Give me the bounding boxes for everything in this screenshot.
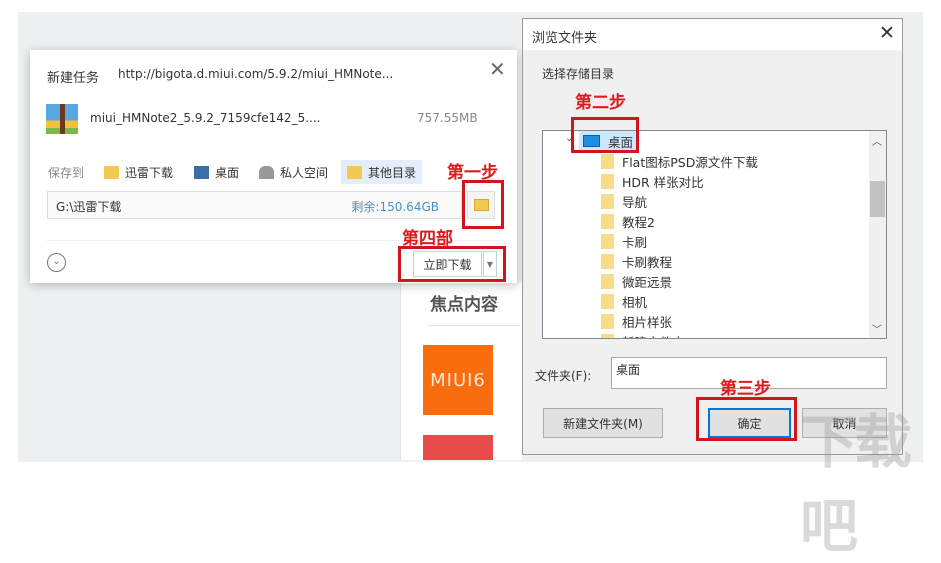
divider	[428, 325, 520, 326]
annotation-step3: 第三步	[720, 379, 771, 399]
tree-item-label: 相片样张	[622, 314, 673, 330]
tree-item-folder[interactable]: 卡刷	[601, 231, 647, 251]
tree-item-label: Flat图标PSD源文件下载	[622, 154, 758, 170]
location-other[interactable]: 其他目录	[341, 160, 423, 184]
private-space-icon	[259, 165, 274, 179]
tree-item-label: HDR 样张对比	[622, 174, 704, 190]
browse-folder-dialog: 浏览文件夹 ✕ 选择存储目录 ⌄ 桌面 Flat图标PSD源文件下载 HDR 样张…	[522, 18, 903, 455]
location-private[interactable]: 私人空间	[253, 160, 334, 184]
folder-icon	[601, 213, 614, 229]
prompt-text: 选择存储目录	[542, 67, 615, 81]
tree-item-label: 卡刷	[622, 234, 648, 250]
tree-item-label: 相机	[622, 294, 648, 310]
tree-item-folder[interactable]: 相机	[601, 291, 647, 311]
annotation-box-step1	[462, 180, 504, 229]
tree-item-label: 微距远景	[622, 274, 673, 290]
close-icon[interactable]: ✕	[879, 22, 895, 44]
path-value: G:\迅雷下载	[56, 200, 122, 214]
tree-item-folder[interactable]: 导航	[601, 191, 647, 211]
save-path-input[interactable]: G:\迅雷下载 剩余:150.64GB	[47, 191, 462, 219]
new-folder-button[interactable]: 新建文件夹(M)	[543, 408, 663, 438]
tree-item-folder[interactable]: 教程2	[601, 211, 655, 231]
desktop-icon	[194, 165, 209, 179]
folder-icon	[601, 313, 614, 329]
red-tile[interactable]	[423, 435, 493, 460]
location-label: 迅雷下载	[125, 165, 174, 180]
annotation-step2: 第二步	[575, 93, 626, 113]
tree-item-folder[interactable]: HDR 样张对比	[601, 171, 704, 191]
folder-icon	[601, 253, 614, 269]
save-to-label: 保存到	[48, 166, 85, 180]
location-label: 私人空间	[280, 165, 329, 180]
location-thunder[interactable]: 迅雷下载	[98, 160, 179, 184]
folder-icon	[601, 153, 614, 169]
download-url: http://bigota.d.miui.com/5.9.2/miui_HMNo…	[118, 67, 394, 81]
dialog-title: 新建任务	[47, 71, 100, 86]
tree-item-folder[interactable]: Flat图标PSD源文件下载	[601, 151, 758, 171]
scroll-thumb[interactable]	[870, 181, 885, 217]
folder-icon	[601, 233, 614, 249]
focus-heading: 焦点内容	[430, 295, 498, 315]
tree-item-folder[interactable]: 相片样张	[601, 311, 672, 331]
scrollbar[interactable]: ︿ ﹀	[869, 131, 886, 338]
scroll-down-icon[interactable]: ﹀	[872, 321, 882, 336]
tree-item-label: 导航	[622, 194, 648, 210]
dialog-title: 浏览文件夹	[532, 31, 598, 46]
miui-tile[interactable]: MIUI6	[423, 345, 493, 415]
file-size: 757.55MB	[417, 111, 478, 125]
tree-item-folder[interactable]: 微距远景	[601, 271, 672, 291]
annotation-box-step4	[398, 246, 506, 282]
close-icon[interactable]: ✕	[489, 57, 506, 81]
annotation-box-step2	[571, 117, 639, 153]
thunder-folder-icon	[104, 165, 119, 179]
folder-icon	[601, 273, 614, 289]
location-desktop[interactable]: 桌面	[188, 160, 245, 184]
scroll-up-icon[interactable]: ︿	[872, 133, 882, 148]
tree-item-folder[interactable]: 新建文件夹	[601, 331, 685, 339]
annotation-box-step3	[696, 397, 797, 441]
folder-label: 文件夹(F):	[535, 369, 592, 383]
file-name: miui_HMNote2_5.9.2_7159cfe142_5....	[90, 111, 321, 125]
expand-chevron-icon[interactable]: ⌄	[47, 253, 66, 272]
folder-icon	[601, 293, 614, 309]
folder-icon	[601, 193, 614, 209]
folder-icon	[601, 173, 614, 189]
free-space: 剩余:150.64GB	[351, 200, 439, 214]
folder-icon	[347, 165, 362, 179]
location-label: 其他目录	[368, 165, 417, 180]
tree-item-label: 卡刷教程	[622, 254, 673, 270]
folder-icon	[601, 333, 614, 338]
folder-tree[interactable]: ⌄ 桌面 Flat图标PSD源文件下载 HDR 样张对比 导航 教程2 卡刷 卡刷教程 微距…	[542, 130, 887, 339]
tree-item-label: 教程2	[622, 214, 655, 230]
location-label: 桌面	[215, 165, 240, 180]
archive-file-icon	[46, 104, 78, 134]
tree-item-folder[interactable]: 卡刷教程	[601, 251, 672, 271]
watermark-logo: 下载吧	[800, 408, 912, 560]
tree-item-label: 新建文件夹	[622, 332, 685, 339]
